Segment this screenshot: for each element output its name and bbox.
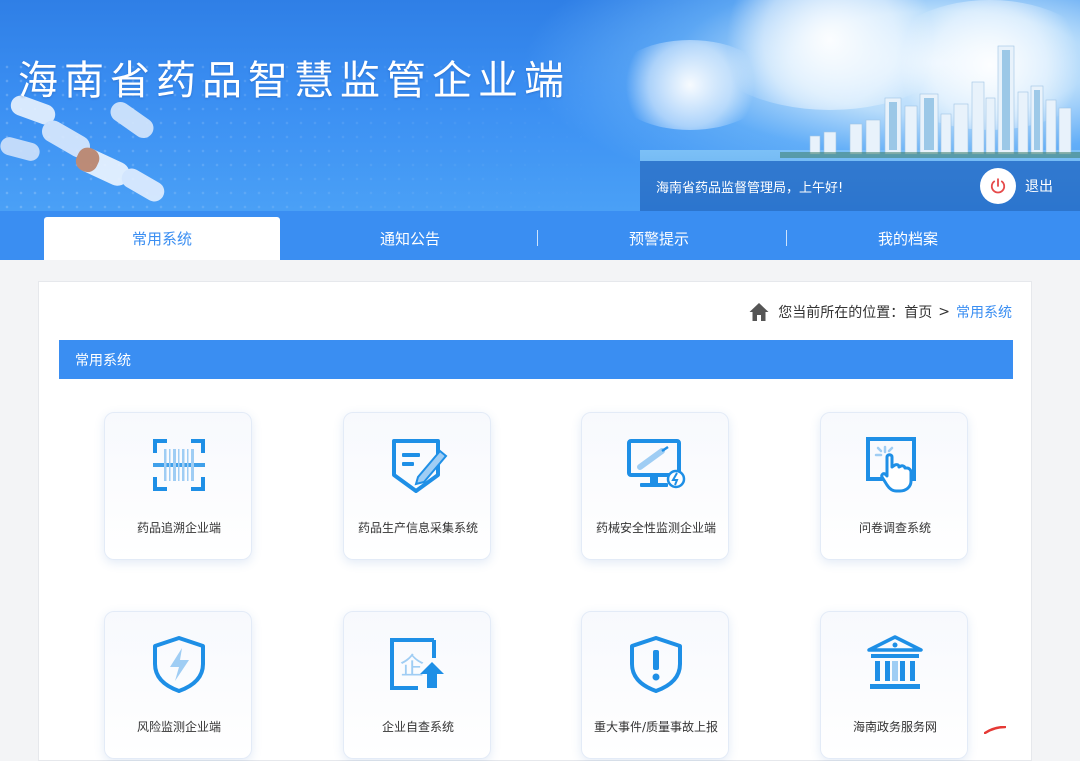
app-card-label: 海南政务服务网 (852, 720, 937, 734)
app-card-label: 风险监测企业端 (136, 720, 221, 734)
header-banner: 海南省药品智慧监管企业端 海南省药品监督管理局，上午好! 退出 (0, 0, 1080, 211)
greeting-bar: 海南省药品监督管理局，上午好! 退出 (640, 161, 1080, 211)
home-icon (748, 302, 770, 322)
shield-lightning-icon (153, 636, 205, 693)
logout-button[interactable]: 退出 (980, 167, 1053, 205)
tab-divider (537, 230, 538, 246)
section-header: 常用系统 (59, 340, 1013, 379)
section-title: 常用系统 (75, 352, 131, 369)
touch-screen-icon (866, 437, 916, 493)
shield-alert-icon (630, 636, 682, 693)
app-card-label: 问卷调查系统 (858, 521, 931, 535)
form-edit-icon (392, 439, 448, 493)
app-card-drug-traceability[interactable]: 药品追溯企业端 (104, 412, 252, 560)
breadcrumb-current: 常用系统 (956, 305, 1012, 321)
enterprise-upload-icon: 企 (390, 638, 444, 690)
app-card-label: 重大事件/质量事故上报 (593, 720, 719, 734)
tab-alerts[interactable]: 预警提示 (541, 217, 777, 260)
government-building-icon (867, 635, 923, 689)
city-skyline-illustration (780, 45, 1080, 158)
app-card-label: 药械安全性监测企业端 (595, 521, 716, 535)
app-card-label: 企业自查系统 (381, 720, 454, 734)
app-card-production-info[interactable]: 药品生产信息采集系统 (343, 412, 491, 560)
greeting-text: 海南省药品监督管理局，上午好! (656, 181, 844, 196)
breadcrumb: 您当前所在的位置： 首页 > 常用系统 (748, 302, 1012, 322)
svg-text:企: 企 (400, 652, 424, 680)
banner-cloud (610, 40, 770, 130)
app-card-label: 药品追溯企业端 (136, 521, 221, 535)
breadcrumb-prefix: 您当前所在的位置： (778, 305, 905, 321)
app-card-safety-monitoring[interactable]: 药械安全性监测企业端 (581, 412, 729, 560)
app-card-risk-monitoring[interactable]: 风险监测企业端 (104, 611, 252, 759)
barcode-scan-icon (153, 439, 205, 491)
logout-label: 退出 (1025, 179, 1053, 195)
app-card-label: 药品生产信息采集系统 (357, 521, 478, 535)
power-icon (980, 168, 1016, 204)
tab-common-systems[interactable]: 常用系统 (44, 217, 280, 260)
app-card-incident-report[interactable]: 重大事件/质量事故上报 (581, 611, 729, 759)
app-title: 海南省药品智慧监管企业端 (18, 58, 570, 104)
breadcrumb-home-link[interactable]: 首页 (904, 302, 932, 322)
tab-my-profile[interactable]: 我的档案 (790, 217, 1026, 260)
app-card-self-inspection[interactable]: 企 企业自查系统 (343, 611, 491, 759)
breadcrumb-separator: > (938, 304, 950, 320)
app-card-gov-services[interactable]: 海南政务服务网 (820, 611, 968, 759)
tab-divider (786, 230, 787, 246)
monitor-syringe-icon (627, 439, 686, 489)
tab-notices[interactable]: 通知公告 (292, 217, 528, 260)
scroll-hint-mark (984, 726, 1006, 734)
app-card-survey[interactable]: 问卷调查系统 (820, 412, 968, 560)
content-panel: 您当前所在的位置： 首页 > 常用系统 常用系统 药品追溯企业端 药品生产信息采… (38, 281, 1032, 761)
main-tabs: 常用系统 通知公告 预警提示 我的档案 (0, 211, 1080, 260)
